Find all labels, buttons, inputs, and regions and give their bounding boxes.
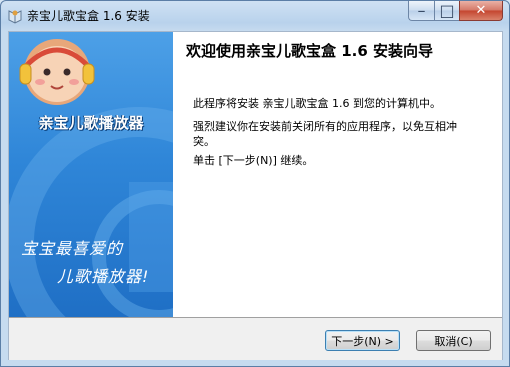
maximize-button[interactable]: □ [434, 1, 459, 21]
close-apps-warning: 强烈建议你在安装前关闭所有的应用程序，以免互相冲突。 [193, 120, 457, 148]
caption-buttons: – □ ✕ [408, 1, 503, 21]
sidebar-slogan-line1: 宝宝最喜爱的 [21, 239, 124, 258]
next-instruction: 单击 [下一步(N)] 继续。 [193, 154, 314, 167]
install-description: 此程序将安装 亲宝儿歌宝盒 1.6 到您的计算机中。 [193, 97, 441, 110]
app-icon [7, 8, 23, 24]
maximize-icon: □ [439, 1, 455, 20]
baby-mascot-icon [19, 39, 95, 105]
close-button[interactable]: ✕ [459, 1, 503, 21]
minimize-icon: – [417, 1, 426, 20]
cancel-button[interactable]: 取消(C) [416, 330, 491, 351]
close-icon: ✕ [475, 3, 487, 18]
wizard-button-bar: 下一步(N) > 取消(C) [9, 317, 502, 360]
sidebar-slogan-line2: 儿歌播放器! [57, 267, 150, 286]
next-button[interactable]: 下一步(N) > [325, 330, 400, 351]
wizard-body: 亲宝儿歌播放器 宝宝最喜爱的 儿歌播放器! 欢迎使用亲宝儿歌宝盒 1.6 安装向… [8, 31, 503, 360]
installer-window: 亲宝儿歌宝盒 1.6 安装 – □ ✕ 亲宝儿歌播放器 宝宝最喜爱的 儿歌播放器… [0, 0, 510, 367]
sidebar-app-name: 亲宝儿歌播放器 [38, 114, 144, 132]
window-title: 亲宝儿歌宝盒 1.6 安装 [27, 9, 150, 23]
wizard-heading: 欢迎使用亲宝儿歌宝盒 1.6 安装向导 [186, 42, 434, 60]
wizard-sidebar: 亲宝儿歌播放器 宝宝最喜爱的 儿歌播放器! [9, 32, 173, 317]
minimize-button[interactable]: – [408, 1, 434, 21]
title-bar[interactable]: 亲宝儿歌宝盒 1.6 安装 – □ ✕ [1, 1, 509, 31]
wizard-content: 欢迎使用亲宝儿歌宝盒 1.6 安装向导 此程序将安装 亲宝儿歌宝盒 1.6 到您… [173, 32, 502, 317]
